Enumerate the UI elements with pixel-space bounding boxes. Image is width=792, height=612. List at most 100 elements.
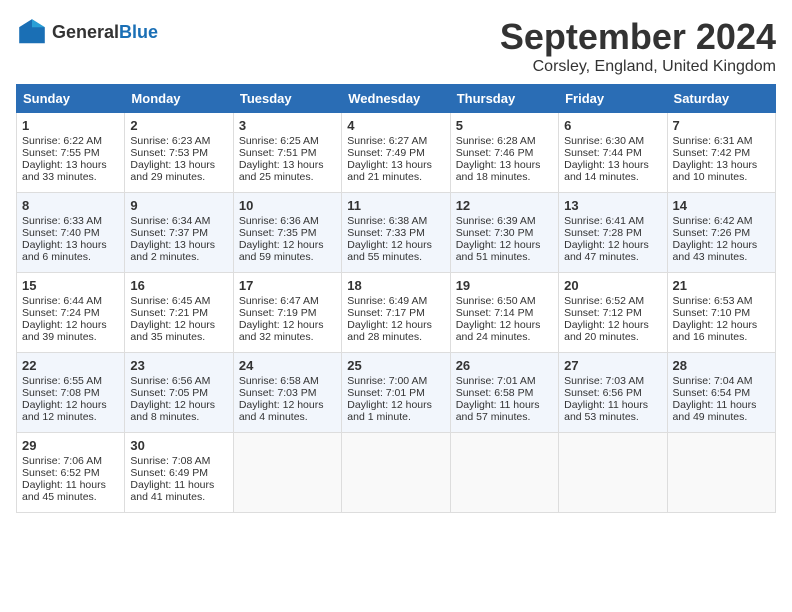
sunset: Sunset: 6:54 PM xyxy=(673,387,751,399)
calendar-cell: 29Sunrise: 7:06 AMSunset: 6:52 PMDayligh… xyxy=(17,433,125,513)
daylight: Daylight: 11 hours and 41 minutes. xyxy=(130,479,214,503)
calendar-cell: 7Sunrise: 6:31 AMSunset: 7:42 PMDaylight… xyxy=(667,113,775,193)
sunset: Sunset: 7:40 PM xyxy=(22,227,100,239)
daylight: Daylight: 12 hours and 32 minutes. xyxy=(239,319,324,343)
day-number: 23 xyxy=(130,358,227,373)
sunset: Sunset: 7:53 PM xyxy=(130,147,208,159)
sunset: Sunset: 7:01 PM xyxy=(347,387,425,399)
sunset: Sunset: 7:30 PM xyxy=(456,227,534,239)
day-number: 5 xyxy=(456,118,553,133)
daylight: Daylight: 13 hours and 6 minutes. xyxy=(22,239,107,263)
calendar-cell xyxy=(559,433,667,513)
sunset: Sunset: 7:28 PM xyxy=(564,227,642,239)
sunrise: Sunrise: 6:47 AM xyxy=(239,295,319,307)
calendar-cell: 1Sunrise: 6:22 AMSunset: 7:55 PMDaylight… xyxy=(17,113,125,193)
day-number: 14 xyxy=(673,198,770,213)
col-header-friday: Friday xyxy=(559,85,667,113)
sunrise: Sunrise: 6:44 AM xyxy=(22,295,102,307)
daylight: Daylight: 11 hours and 49 minutes. xyxy=(673,399,757,423)
day-number: 30 xyxy=(130,438,227,453)
title-section: September 2024 Corsley, England, United … xyxy=(500,16,776,76)
day-number: 6 xyxy=(564,118,661,133)
day-number: 21 xyxy=(673,278,770,293)
sunrise: Sunrise: 6:33 AM xyxy=(22,215,102,227)
sunset: Sunset: 7:49 PM xyxy=(347,147,425,159)
calendar-cell: 17Sunrise: 6:47 AMSunset: 7:19 PMDayligh… xyxy=(233,273,341,353)
calendar-cell: 9Sunrise: 6:34 AMSunset: 7:37 PMDaylight… xyxy=(125,193,233,273)
col-header-wednesday: Wednesday xyxy=(342,85,450,113)
calendar-cell: 8 Sunrise: 6:33 AMSunset: 7:40 PMDaylight… xyxy=(17,193,125,273)
col-header-sunday: Sunday xyxy=(17,85,125,113)
calendar-cell: 26Sunrise: 7:01 AMSunset: 6:58 PMDayligh… xyxy=(450,353,558,433)
daylight: Daylight: 12 hours and 28 minutes. xyxy=(347,319,432,343)
daylight: Daylight: 12 hours and 55 minutes. xyxy=(347,239,432,263)
sunset: Sunset: 7:21 PM xyxy=(130,307,208,319)
header-row: SundayMondayTuesdayWednesdayThursdayFrid… xyxy=(17,85,776,113)
calendar-table: SundayMondayTuesdayWednesdayThursdayFrid… xyxy=(16,84,776,513)
calendar-cell: 16 Sunrise: 6:45 AMSunset: 7:21 PMDayligh… xyxy=(125,273,233,353)
daylight: Daylight: 12 hours and 59 minutes. xyxy=(239,239,324,263)
sunset: Sunset: 7:08 PM xyxy=(22,387,100,399)
day-number: 19 xyxy=(456,278,553,293)
calendar-cell: 28Sunrise: 7:04 AMSunset: 6:54 PMDayligh… xyxy=(667,353,775,433)
week-row-5: 29 Sunrise: 7:06 AMSunset: 6:52 PM Dayligh… xyxy=(17,433,776,513)
daylight: Daylight: 13 hours and 25 minutes. xyxy=(239,159,324,183)
calendar-cell: 18Sunrise: 6:49 AMSunset: 7:17 PMDayligh… xyxy=(342,273,450,353)
day-number: 26 xyxy=(456,358,553,373)
day-number: 10 xyxy=(239,198,336,213)
sunrise: Sunrise: 6:38 AM xyxy=(347,215,427,227)
sunset: Sunset: 7:26 PM xyxy=(673,227,751,239)
calendar-cell: 27Sunrise: 7:03 AMSunset: 6:56 PMDayligh… xyxy=(559,353,667,433)
calendar-cell: 21Sunrise: 6:53 AMSunset: 7:10 PMDayligh… xyxy=(667,273,775,353)
sunrise: Sunrise: 7:06 AM xyxy=(22,455,102,467)
sunset: Sunset: 7:14 PM xyxy=(456,307,534,319)
col-header-tuesday: Tuesday xyxy=(233,85,341,113)
day-number: 13 xyxy=(564,198,661,213)
sunset: Sunset: 6:49 PM xyxy=(130,467,208,479)
calendar-cell: 14Sunrise: 6:42 AMSunset: 7:26 PMDayligh… xyxy=(667,193,775,273)
daylight: Daylight: 12 hours and 39 minutes. xyxy=(22,319,107,343)
week-row-3: 15Sunrise: 6:44 AMSunset: 7:24 PMDayligh… xyxy=(17,273,776,353)
sunrise: Sunrise: 6:27 AM xyxy=(347,135,427,147)
week-row-1: 1 Sunrise: 6:22 AMSunset: 7:55 PM Daylight… xyxy=(17,113,776,193)
sunset: Sunset: 7:55 PM xyxy=(22,147,100,159)
day-number: 1 xyxy=(22,118,119,133)
sunset: Sunset: 7:19 PM xyxy=(239,307,317,319)
day-number: 8 xyxy=(22,198,119,213)
sunrise: Sunrise: 6:23 AM xyxy=(130,135,210,147)
daylight: Daylight: 13 hours and 29 minutes. xyxy=(130,159,215,183)
day-number: 22 xyxy=(22,358,119,373)
sunrise: Sunrise: 7:01 AM xyxy=(456,375,536,387)
daylight: Daylight: 12 hours and 20 minutes. xyxy=(564,319,649,343)
daylight: Daylight: 12 hours and 35 minutes. xyxy=(130,319,215,343)
calendar-cell: 15Sunrise: 6:44 AMSunset: 7:24 PMDayligh… xyxy=(17,273,125,353)
sunrise: Sunrise: 7:03 AM xyxy=(564,375,644,387)
daylight: Daylight: 13 hours and 18 minutes. xyxy=(456,159,541,183)
daylight: Daylight: 11 hours and 57 minutes. xyxy=(456,399,540,423)
sunset: Sunset: 6:56 PM xyxy=(564,387,642,399)
sunset: Sunset: 6:52 PM xyxy=(22,467,100,479)
sunrise: Sunrise: 6:28 AM xyxy=(456,135,536,147)
calendar-cell xyxy=(342,433,450,513)
sunset: Sunset: 7:17 PM xyxy=(347,307,425,319)
daylight: Daylight: 13 hours and 10 minutes. xyxy=(673,159,758,183)
day-number: 24 xyxy=(239,358,336,373)
sunrise: Sunrise: 6:55 AM xyxy=(22,375,102,387)
sunset: Sunset: 7:37 PM xyxy=(130,227,208,239)
sunset: Sunset: 7:33 PM xyxy=(347,227,425,239)
sunset: Sunset: 7:46 PM xyxy=(456,147,534,159)
day-number: 28 xyxy=(673,358,770,373)
calendar-cell: 3Sunrise: 6:25 AMSunset: 7:51 PMDaylight… xyxy=(233,113,341,193)
col-header-thursday: Thursday xyxy=(450,85,558,113)
month-title: September 2024 xyxy=(500,16,776,58)
day-number: 2 xyxy=(130,118,227,133)
logo-text: GeneralBlue xyxy=(52,22,158,43)
sunset: Sunset: 7:12 PM xyxy=(564,307,642,319)
sunrise: Sunrise: 6:22 AM xyxy=(22,135,102,147)
calendar-cell: 23Sunrise: 6:56 AMSunset: 7:05 PMDayligh… xyxy=(125,353,233,433)
sunrise: Sunrise: 6:45 AM xyxy=(130,295,210,307)
day-number: 16 xyxy=(130,278,227,293)
sunrise: Sunrise: 6:53 AM xyxy=(673,295,753,307)
day-number: 29 xyxy=(22,438,119,453)
location: Corsley, England, United Kingdom xyxy=(500,58,776,76)
